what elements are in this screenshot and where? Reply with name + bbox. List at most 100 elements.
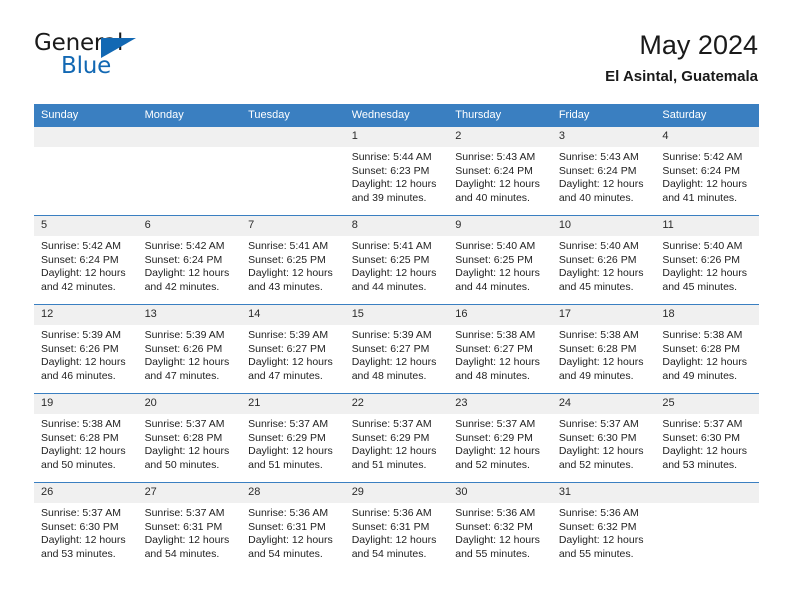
daylight-text: Daylight: 12 hours and 41 minutes.: [662, 178, 748, 204]
sunset-text: Sunset: 6:28 PM: [41, 431, 119, 444]
day-number: 22: [344, 394, 449, 414]
calendar-day-cell[interactable]: 27 Sunrise: 5:37 AM Sunset: 6:31 PM Dayligh…: [137, 482, 242, 571]
calendar-day-cell[interactable]: 23 Sunrise: 5:37 AM Sunset: 6:29 PM Dayligh…: [448, 393, 552, 483]
daylight-text: Daylight: 12 hours and 50 minutes.: [144, 445, 230, 471]
sunrise-text: Sunrise: 5:37 AM: [144, 507, 225, 519]
day-number: 6: [137, 216, 242, 236]
calendar-day-cell[interactable]: 14 Sunrise: 5:39 AM Sunset: 6:27 PM Dayligh…: [241, 304, 345, 394]
sunset-text: Sunset: 6:29 PM: [351, 431, 430, 444]
calendar-day-cell[interactable]: 16 Sunrise: 5:38 AM Sunset: 6:27 PM Dayligh…: [448, 304, 552, 394]
calendar-day-cell[interactable]: 30 Sunrise: 5:36 AM Sunset: 6:32 PM Dayligh…: [448, 482, 552, 571]
day-number: 30: [448, 483, 552, 503]
sunset-text: Sunset: 6:26 PM: [558, 253, 637, 266]
sunrise-text: Sunrise: 5:37 AM: [455, 418, 536, 430]
calendar-page: General Blue May 2024 El Asintal, Guatem…: [0, 0, 792, 612]
day-number: 17: [551, 305, 656, 325]
day-number: 1: [344, 127, 449, 147]
calendar-day-cell[interactable]: 2 Sunrise: 5:43 AM Sunset: 6:24 PM Daylight…: [448, 126, 552, 216]
day-details: Sunrise: 5:37 AM Sunset: 6:31 PM Daylight:…: [138, 503, 242, 561]
calendar-day-cell[interactable]: 8 Sunrise: 5:41 AM Sunset: 6:25 PM Daylight…: [344, 215, 449, 305]
sunrise-text: Sunrise: 5:39 AM: [41, 329, 121, 341]
calendar-day-cell[interactable]: 12 Sunrise: 5:39 AM Sunset: 6:26 PM Dayligh…: [34, 304, 138, 394]
sunrise-text: Sunrise: 5:41 AM: [248, 240, 329, 252]
calendar-day-cell[interactable]: 6 Sunrise: 5:42 AM Sunset: 6:24 PM Daylight…: [137, 215, 242, 305]
calendar-day-cell[interactable]: 1 Sunrise: 5:44 AM Sunset: 6:23 PM Daylight…: [344, 126, 449, 216]
calendar-day-cell[interactable]: 22 Sunrise: 5:37 AM Sunset: 6:29 PM Dayligh…: [344, 393, 449, 483]
sunrise-text: Sunrise: 5:41 AM: [351, 240, 432, 252]
day-details: Sunrise: 5:37 AM Sunset: 6:28 PM Daylight:…: [138, 414, 242, 472]
calendar-week-row: 1 Sunrise: 5:44 AM Sunset: 6:23 PM Daylight…: [34, 126, 759, 216]
daylight-text: Daylight: 12 hours and 55 minutes.: [455, 534, 540, 560]
calendar-day-cell[interactable]: 25 Sunrise: 5:37 AM Sunset: 6:30 PM Dayligh…: [655, 393, 759, 483]
calendar-day-cell[interactable]: 10 Sunrise: 5:40 AM Sunset: 6:26 PM Dayligh…: [551, 215, 656, 305]
daylight-text: Daylight: 12 hours and 42 minutes.: [144, 267, 230, 293]
day-number: 13: [137, 305, 242, 325]
sunrise-text: Sunrise: 5:40 AM: [662, 240, 743, 252]
calendar-day-cell[interactable]: 17 Sunrise: 5:38 AM Sunset: 6:28 PM Dayligh…: [551, 304, 656, 394]
day-number: 25: [655, 394, 759, 414]
sunrise-text: Sunrise: 5:43 AM: [558, 151, 639, 163]
day-number: 31: [551, 483, 656, 503]
calendar-day-cell[interactable]: 24 Sunrise: 5:37 AM Sunset: 6:30 PM Dayligh…: [551, 393, 656, 483]
sunset-text: Sunset: 6:28 PM: [144, 431, 223, 444]
calendar-table: Sunday Monday Tuesday Wednesday Thursday…: [34, 104, 759, 571]
sunrise-text: Sunrise: 5:43 AM: [455, 151, 536, 163]
sunset-text: Sunset: 6:24 PM: [662, 164, 741, 177]
day-number: 16: [448, 305, 552, 325]
day-details: Sunrise: 5:39 AM Sunset: 6:26 PM Daylight:…: [138, 325, 242, 383]
daylight-text: Daylight: 12 hours and 48 minutes.: [351, 356, 437, 382]
calendar-day-cell-empty: [241, 126, 345, 216]
sunset-text: Sunset: 6:27 PM: [455, 342, 533, 355]
daylight-text: Daylight: 12 hours and 51 minutes.: [351, 445, 437, 471]
day-details: Sunrise: 5:39 AM Sunset: 6:27 PM Daylight:…: [345, 325, 449, 383]
sunrise-text: Sunrise: 5:37 AM: [41, 507, 121, 519]
calendar-day-cell[interactable]: 4 Sunrise: 5:42 AM Sunset: 6:24 PM Daylight…: [655, 126, 759, 216]
day-number: 14: [241, 305, 345, 325]
calendar-day-cell[interactable]: 20 Sunrise: 5:37 AM Sunset: 6:28 PM Dayligh…: [137, 393, 242, 483]
daylight-text: Daylight: 12 hours and 49 minutes.: [662, 356, 748, 382]
calendar-day-cell[interactable]: 15 Sunrise: 5:39 AM Sunset: 6:27 PM Dayligh…: [344, 304, 449, 394]
calendar-day-cell[interactable]: 19 Sunrise: 5:38 AM Sunset: 6:28 PM Dayligh…: [34, 393, 138, 483]
daylight-text: Daylight: 12 hours and 51 minutes.: [248, 445, 333, 471]
calendar-day-cell[interactable]: 11 Sunrise: 5:40 AM Sunset: 6:26 PM Dayligh…: [655, 215, 759, 305]
calendar-day-cell[interactable]: 28 Sunrise: 5:36 AM Sunset: 6:31 PM Dayligh…: [241, 482, 345, 571]
calendar-day-cell[interactable]: 29 Sunrise: 5:36 AM Sunset: 6:31 PM Dayligh…: [344, 482, 449, 571]
day-number: 19: [34, 394, 138, 414]
weekday-header-thursday: Thursday: [448, 104, 552, 127]
calendar-day-cell[interactable]: 31 Sunrise: 5:36 AM Sunset: 6:32 PM Dayligh…: [551, 482, 656, 571]
sunset-text: Sunset: 6:24 PM: [558, 164, 637, 177]
day-details: Sunrise: 5:36 AM Sunset: 6:32 PM Daylight:…: [552, 503, 656, 561]
calendar-day-cell[interactable]: 26 Sunrise: 5:37 AM Sunset: 6:30 PM Dayligh…: [34, 482, 138, 571]
calendar-week-row: 5 Sunrise: 5:42 AM Sunset: 6:24 PM Daylight…: [34, 215, 759, 305]
page-title: May 2024: [639, 30, 758, 60]
daylight-text: Daylight: 12 hours and 54 minutes.: [144, 534, 230, 560]
page-subtitle: El Asintal, Guatemala: [605, 68, 758, 85]
daylight-text: Daylight: 12 hours and 52 minutes.: [558, 445, 644, 471]
calendar-day-cell-empty: [137, 126, 242, 216]
day-number: 27: [137, 483, 242, 503]
calendar-day-cell[interactable]: 13 Sunrise: 5:39 AM Sunset: 6:26 PM Dayligh…: [137, 304, 242, 394]
day-number: 18: [655, 305, 759, 325]
calendar-day-cell[interactable]: 18 Sunrise: 5:38 AM Sunset: 6:28 PM Dayligh…: [655, 304, 759, 394]
day-details: Sunrise: 5:38 AM Sunset: 6:28 PM Daylight:…: [655, 325, 759, 383]
sunrise-text: Sunrise: 5:37 AM: [662, 418, 743, 430]
sunrise-text: Sunrise: 5:38 AM: [662, 329, 743, 341]
sunset-text: Sunset: 6:30 PM: [41, 520, 119, 533]
sunset-text: Sunset: 6:28 PM: [558, 342, 637, 355]
calendar-day-cell[interactable]: 5 Sunrise: 5:42 AM Sunset: 6:24 PM Daylight…: [34, 215, 138, 305]
weekday-header-sunday: Sunday: [34, 104, 138, 127]
sunrise-text: Sunrise: 5:36 AM: [351, 507, 432, 519]
day-details: Sunrise: 5:43 AM Sunset: 6:24 PM Daylight:…: [552, 147, 656, 205]
calendar-day-cell[interactable]: 21 Sunrise: 5:37 AM Sunset: 6:29 PM Dayligh…: [241, 393, 345, 483]
calendar-day-cell[interactable]: 9 Sunrise: 5:40 AM Sunset: 6:25 PM Daylight…: [448, 215, 552, 305]
day-number: 8: [344, 216, 449, 236]
weekday-header-tuesday: Tuesday: [241, 104, 345, 127]
daylight-text: Daylight: 12 hours and 45 minutes.: [558, 267, 644, 293]
brand-logo[interactable]: General Blue: [34, 30, 164, 82]
sunset-text: Sunset: 6:25 PM: [248, 253, 326, 266]
daylight-text: Daylight: 12 hours and 40 minutes.: [558, 178, 644, 204]
sunset-text: Sunset: 6:26 PM: [144, 342, 223, 355]
calendar-day-cell[interactable]: 7 Sunrise: 5:41 AM Sunset: 6:25 PM Daylight…: [241, 215, 345, 305]
day-details: Sunrise: 5:36 AM Sunset: 6:31 PM Daylight:…: [241, 503, 345, 561]
calendar-day-cell[interactable]: 3 Sunrise: 5:43 AM Sunset: 6:24 PM Daylight…: [551, 126, 656, 216]
